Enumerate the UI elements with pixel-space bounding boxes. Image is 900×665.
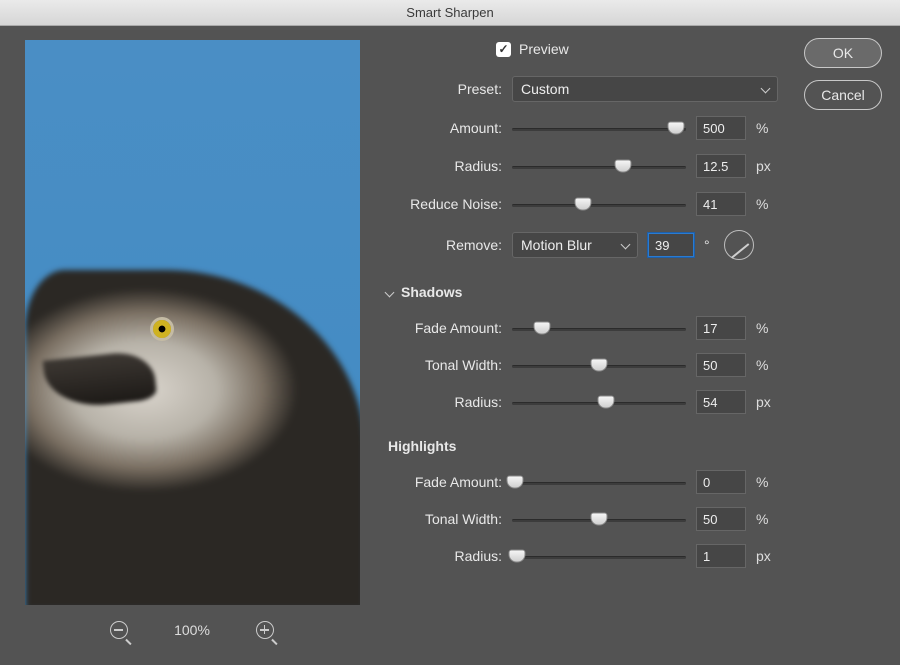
remove-angle-input[interactable] xyxy=(648,233,694,257)
angle-dial[interactable] xyxy=(724,230,754,260)
shadows-fade-slider[interactable] xyxy=(512,318,686,338)
amount-row: Amount: % xyxy=(386,116,778,140)
ok-button[interactable]: OK xyxy=(804,38,882,68)
amount-label: Amount: xyxy=(386,120,502,136)
radius-row: Radius: px xyxy=(386,154,778,178)
highlights-fade-row: Fade Amount: % xyxy=(386,470,778,494)
highlights-tonal-label: Tonal Width: xyxy=(386,511,502,527)
preset-row: Preset: Custom xyxy=(386,76,778,102)
shadows-tonal-row: Tonal Width: % xyxy=(386,353,778,377)
preset-label: Preset: xyxy=(386,81,502,97)
highlights-fade-unit: % xyxy=(756,474,778,490)
shadows-radius-row: Radius: px xyxy=(386,390,778,414)
zoom-out-icon[interactable] xyxy=(110,621,128,639)
preview-bird-eye xyxy=(153,320,171,338)
shadows-radius-input[interactable] xyxy=(696,390,746,414)
preview-checkbox-group: ✓ Preview xyxy=(496,41,569,57)
radius-label: Radius: xyxy=(386,158,502,174)
reduce-noise-slider[interactable] xyxy=(512,194,686,214)
shadows-fade-unit: % xyxy=(756,320,778,336)
reduce-noise-label: Reduce Noise: xyxy=(386,196,502,212)
highlights-radius-unit: px xyxy=(756,548,778,564)
highlights-tonal-input[interactable] xyxy=(696,507,746,531)
shadows-header[interactable]: Shadows xyxy=(386,284,778,300)
radius-unit: px xyxy=(756,158,778,174)
preview-image[interactable] xyxy=(25,40,360,605)
shadows-fade-input[interactable] xyxy=(696,316,746,340)
shadows-tonal-label: Tonal Width: xyxy=(386,357,502,373)
slider-handle[interactable] xyxy=(615,160,632,173)
highlights-radius-label: Radius: xyxy=(386,548,502,564)
preview-panel: 100% xyxy=(22,40,362,651)
chevron-down-icon xyxy=(621,239,631,249)
slider-track xyxy=(512,204,686,207)
shadows-radius-unit: px xyxy=(756,394,778,410)
highlights-tonal-row: Tonal Width: % xyxy=(386,507,778,531)
shadows-radius-label: Radius: xyxy=(386,394,502,410)
highlights-title: Highlights xyxy=(388,438,456,454)
highlights-radius-input[interactable] xyxy=(696,544,746,568)
remove-angle-unit: ° xyxy=(704,237,714,253)
disclosure-triangle-icon xyxy=(385,287,395,297)
slider-handle[interactable] xyxy=(509,550,526,563)
preview-label: Preview xyxy=(519,41,569,57)
reduce-noise-row: Reduce Noise: % xyxy=(386,192,778,216)
zoom-controls: 100% xyxy=(110,621,274,639)
main-form: Preset: Custom Amount: % Radius: xyxy=(386,76,882,568)
shadows-tonal-unit: % xyxy=(756,357,778,373)
controls-panel: OK Cancel ✓ Preview ✿▾ Preset: Custom Am… xyxy=(386,40,882,651)
highlights-radius-row: Radius: px xyxy=(386,544,778,568)
slider-handle[interactable] xyxy=(575,198,592,211)
preset-value: Custom xyxy=(521,81,569,97)
dialog-body: 100% OK Cancel ✓ Preview ✿▾ Preset: Cust… xyxy=(0,26,900,665)
slider-handle[interactable] xyxy=(591,513,608,526)
radius-slider[interactable] xyxy=(512,156,686,176)
highlights-header[interactable]: Highlights xyxy=(388,438,778,454)
slider-handle[interactable] xyxy=(507,476,524,489)
dialog-buttons: OK Cancel xyxy=(804,38,882,110)
remove-value: Motion Blur xyxy=(521,237,592,253)
highlights-fade-label: Fade Amount: xyxy=(386,474,502,490)
remove-label: Remove: xyxy=(386,237,502,253)
highlights-fade-slider[interactable] xyxy=(512,472,686,492)
shadows-tonal-input[interactable] xyxy=(696,353,746,377)
cancel-button[interactable]: Cancel xyxy=(804,80,882,110)
preset-select[interactable]: Custom xyxy=(512,76,778,102)
radius-input[interactable] xyxy=(696,154,746,178)
slider-handle[interactable] xyxy=(597,396,614,409)
remove-row: Remove: Motion Blur ° xyxy=(386,230,778,260)
amount-input[interactable] xyxy=(696,116,746,140)
chevron-down-icon xyxy=(761,83,771,93)
window-title: Smart Sharpen xyxy=(0,0,900,26)
slider-track xyxy=(512,166,686,169)
shadows-tonal-slider[interactable] xyxy=(512,355,686,375)
slider-handle[interactable] xyxy=(591,359,608,372)
amount-unit: % xyxy=(756,120,778,136)
shadows-radius-slider[interactable] xyxy=(512,392,686,412)
reduce-noise-input[interactable] xyxy=(696,192,746,216)
zoom-in-icon[interactable] xyxy=(256,621,274,639)
highlights-radius-slider[interactable] xyxy=(512,546,686,566)
slider-handle[interactable] xyxy=(533,322,550,335)
shadows-fade-label: Fade Amount: xyxy=(386,320,502,336)
amount-slider[interactable] xyxy=(512,118,686,138)
remove-select[interactable]: Motion Blur xyxy=(512,232,638,258)
highlights-tonal-unit: % xyxy=(756,511,778,527)
preview-checkbox[interactable]: ✓ xyxy=(496,42,511,57)
highlights-form: Fade Amount: % Tonal Width: % Radius: px xyxy=(386,470,778,568)
angle-dial-wrap xyxy=(724,230,754,260)
shadows-fade-row: Fade Amount: % xyxy=(386,316,778,340)
slider-track xyxy=(512,128,686,131)
slider-handle[interactable] xyxy=(667,122,684,135)
zoom-level: 100% xyxy=(174,622,210,638)
shadows-title: Shadows xyxy=(401,284,462,300)
reduce-noise-unit: % xyxy=(756,196,778,212)
highlights-fade-input[interactable] xyxy=(696,470,746,494)
highlights-tonal-slider[interactable] xyxy=(512,509,686,529)
shadows-form: Fade Amount: % Tonal Width: % Radius: px xyxy=(386,316,778,414)
